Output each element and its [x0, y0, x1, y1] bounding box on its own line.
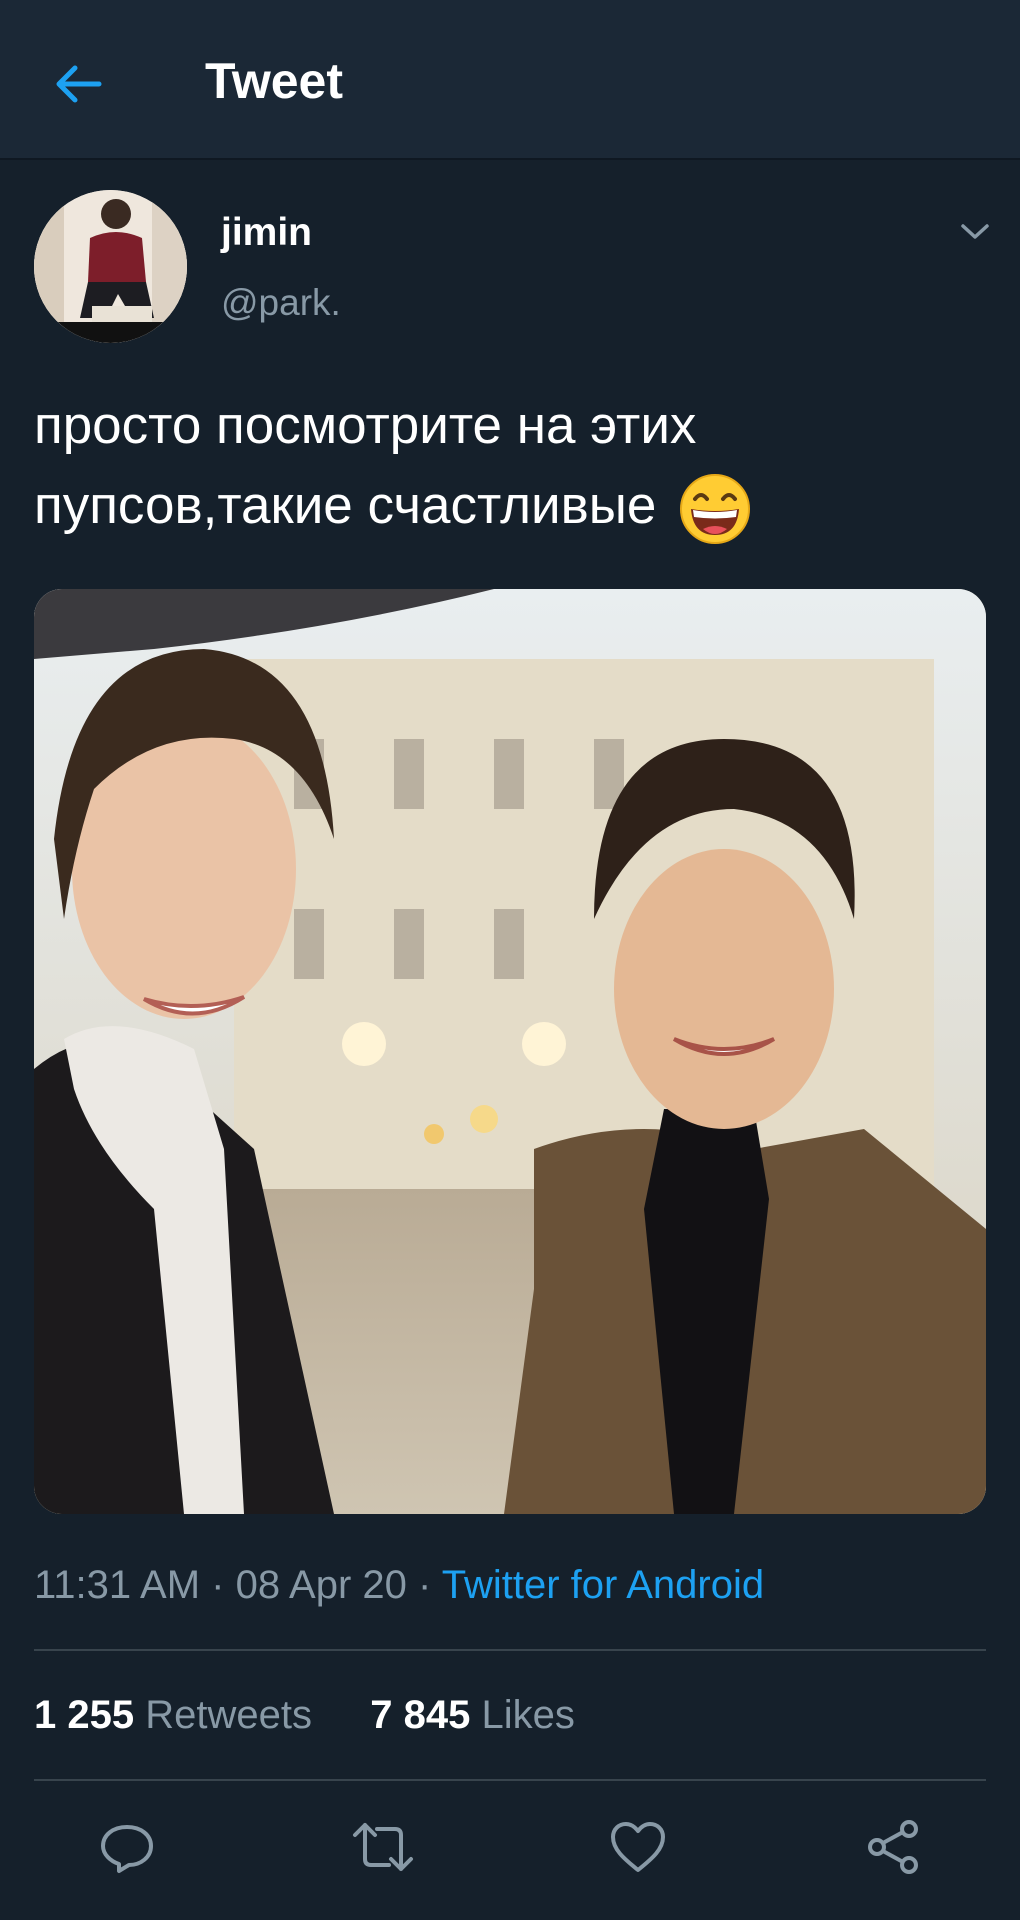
tweet-text: просто посмотрите на этих пупсов,такие с…: [34, 386, 984, 547]
reply-button[interactable]: [92, 1812, 162, 1882]
retweet-button[interactable]: [348, 1812, 418, 1882]
meta-separator: ·: [211, 1563, 225, 1607]
retweet-icon: [353, 1823, 413, 1871]
tweet-date: 08 Apr 20: [235, 1563, 407, 1607]
tweet-body: просто посмотрите на этих пупсов,такие с…: [34, 396, 697, 535]
tweet-source-link[interactable]: Twitter for Android: [442, 1563, 764, 1607]
divider: [34, 1649, 986, 1651]
tweet-stats: 1 255 Retweets 7 845 Likes: [34, 1690, 575, 1740]
top-bar: Tweet: [0, 0, 1020, 160]
back-button[interactable]: [46, 52, 110, 116]
tweet-meta: 11:31 AM · 08 Apr 20 · Twitter for Andro…: [34, 1560, 764, 1610]
author-name[interactable]: jimin: [221, 210, 312, 256]
divider: [34, 1779, 986, 1781]
share-icon: [868, 1820, 918, 1874]
arrow-left-icon: [56, 65, 102, 103]
tweet-photo[interactable]: [34, 589, 986, 1514]
share-button[interactable]: [858, 1812, 928, 1882]
retweets-count[interactable]: 1 255: [34, 1693, 134, 1737]
likes-count[interactable]: 7 845: [370, 1693, 470, 1737]
like-button[interactable]: [603, 1812, 673, 1882]
more-options-button[interactable]: [955, 215, 995, 249]
chevron-down-icon: [961, 224, 989, 239]
avatar[interactable]: [34, 190, 187, 343]
retweets-label[interactable]: Retweets: [145, 1693, 312, 1737]
likes-label[interactable]: Likes: [481, 1693, 574, 1737]
meta-separator: ·: [418, 1563, 432, 1607]
page-title: Tweet: [205, 53, 343, 109]
author-handle[interactable]: @park.: [221, 281, 341, 325]
heart-icon: [611, 1822, 665, 1872]
tweet-time: 11:31 AM: [34, 1563, 201, 1607]
grinning-face-emoji: [680, 474, 751, 544]
reply-icon: [101, 1825, 153, 1873]
